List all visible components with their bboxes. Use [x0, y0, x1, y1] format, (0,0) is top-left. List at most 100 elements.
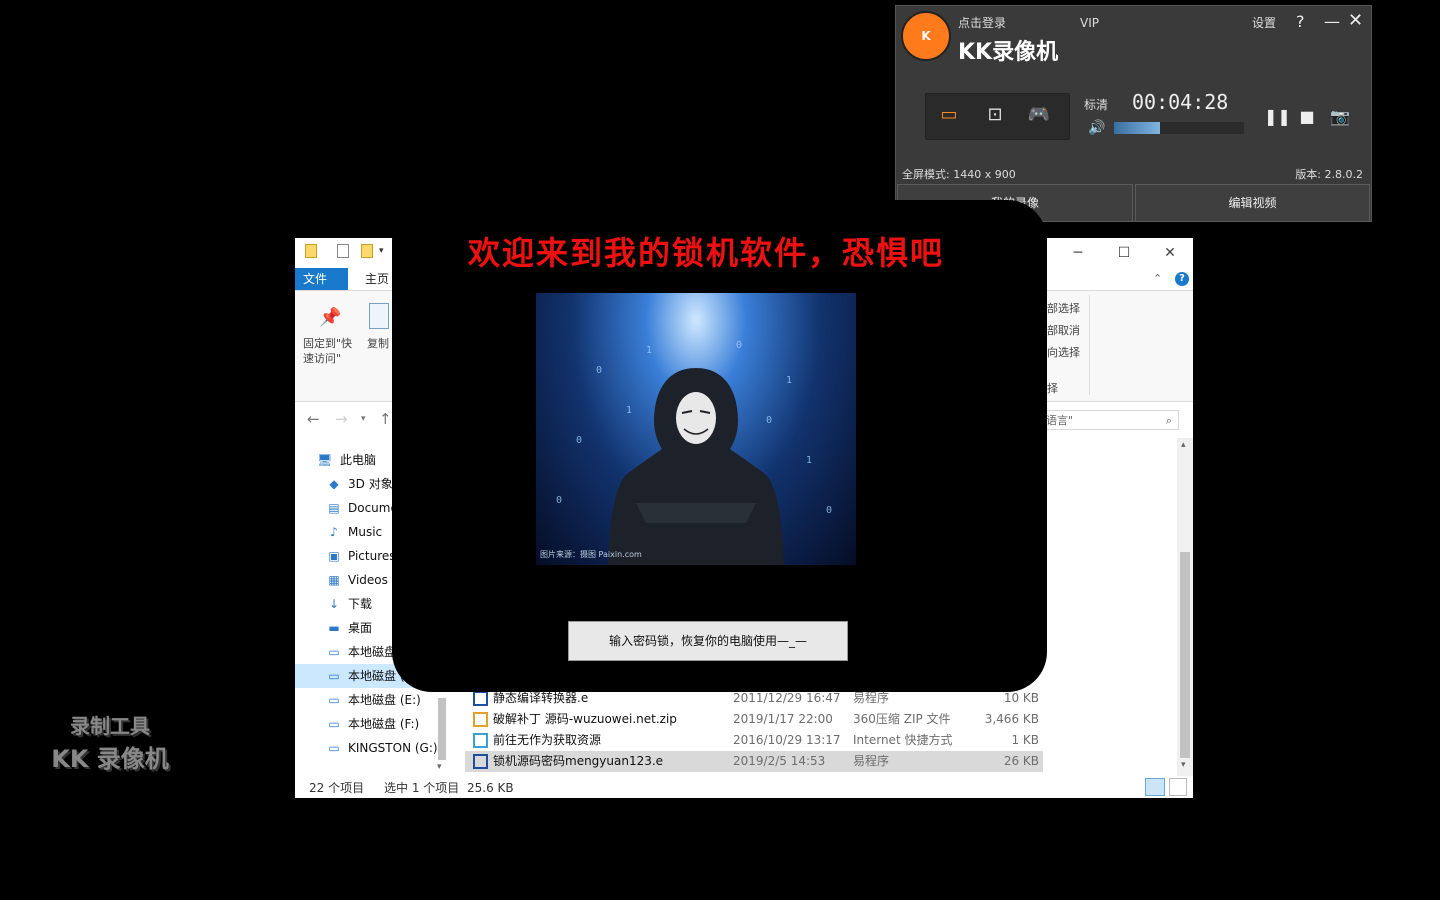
e-file-icon: [473, 691, 488, 706]
sidebar-item-label: 本地磁盘 (F:): [348, 717, 420, 731]
file-row[interactable]: 破解补丁 源码-wuzuowei.net.zip 2019/1/17 22:00 3…: [465, 709, 1043, 730]
region-mode-icon[interactable]: ⊡: [982, 104, 1008, 126]
file-size: 3,466 KB: [984, 712, 1039, 726]
select-group-label: 择: [1047, 382, 1058, 395]
pin-quick-access-label[interactable]: 固定到"快速访问": [303, 336, 359, 366]
sidebar-item-label: 本地磁盘 (E:): [348, 693, 421, 707]
back-arrow-icon[interactable]: ←: [307, 410, 320, 428]
recording-timer: 00:04:28: [1132, 90, 1229, 114]
navigation-pane-scrollbar[interactable]: ▾: [435, 698, 449, 778]
drive-icon: ▭: [328, 669, 340, 683]
cube-icon: ◆: [329, 477, 339, 491]
pause-icon[interactable]: ❚❚: [1264, 106, 1291, 128]
details-view-icon[interactable]: [1145, 778, 1165, 796]
drive-icon: ▭: [328, 693, 340, 707]
login-link[interactable]: 点击登录: [958, 14, 1006, 31]
invert-selection-label[interactable]: 向选择: [1047, 345, 1080, 360]
game-mode-icon[interactable]: 🎮: [1026, 104, 1052, 126]
video-icon: ▦: [328, 573, 340, 587]
drive-icon: ▭: [328, 717, 340, 731]
help-icon[interactable]: ?: [1175, 272, 1189, 286]
volume-meter-fill: [1114, 122, 1160, 134]
close-button[interactable]: ✕: [1147, 238, 1193, 268]
e-file-icon: [473, 754, 488, 769]
large-icons-view-icon[interactable]: [1169, 778, 1187, 796]
picture-icon: ▣: [328, 549, 340, 563]
scroll-up-icon[interactable]: ▴: [1181, 440, 1186, 450]
scroll-down-icon[interactable]: ▾: [1181, 760, 1186, 770]
svg-text:0: 0: [766, 415, 772, 426]
desktop-icon: ▬: [328, 621, 340, 635]
kk-logo-icon: K: [901, 11, 951, 61]
unlock-password-button[interactable]: 输入密码锁，恢复你的电脑使用—_—: [568, 621, 848, 661]
copy-icon[interactable]: [369, 303, 389, 329]
fullscreen-mode-icon[interactable]: ▭: [936, 104, 962, 126]
file-row[interactable]: 锁机源码密码mengyuan123.e 2019/2/5 14:53 易程序 26 K…: [465, 751, 1043, 772]
recent-locations-icon[interactable]: ▾: [361, 414, 366, 424]
search-icon[interactable]: ⌕: [1166, 411, 1172, 431]
file-name: 锁机源码密码mengyuan123.e: [493, 754, 664, 768]
help-icon[interactable]: ?: [1296, 12, 1305, 31]
download-icon: ↓: [328, 597, 340, 611]
navigation-scroll-thumb[interactable]: [438, 698, 446, 760]
svg-text:0: 0: [826, 505, 832, 516]
hacker-image: 0 1 0 1 0 1 0 0 1 0 图片来源：摄图 Paixin.com: [536, 293, 856, 565]
up-arrow-icon[interactable]: ↑: [379, 410, 392, 428]
sidebar-item-label: 3D 对象: [348, 477, 393, 491]
selected-count: 选中 1 个项目: [384, 781, 460, 795]
recorder-watermark: 录制工具 KK 录像机: [30, 710, 190, 774]
edit-video-button[interactable]: 编辑视频: [1135, 184, 1370, 222]
svg-text:1: 1: [626, 405, 632, 416]
file-size: 1 KB: [1011, 733, 1039, 747]
select-all-label[interactable]: 部选择: [1047, 301, 1080, 316]
svg-text:0: 0: [736, 340, 742, 351]
sidebar-item-label: 此电脑: [340, 453, 377, 467]
volume-icon[interactable]: 🔊: [1088, 120, 1105, 136]
image-caption: 图片来源：摄图 Paixin.com: [540, 550, 642, 559]
sidebar-item[interactable]: ▭ 本地磁盘 (F:): [295, 712, 435, 736]
shortcut-icon: [473, 733, 488, 748]
forward-arrow-icon[interactable]: →: [335, 410, 348, 428]
svg-text:1: 1: [786, 375, 792, 386]
quality-select[interactable]: 标清: [1084, 96, 1108, 113]
search-input[interactable]: 语言" ⌕: [1041, 410, 1179, 430]
scroll-down-icon[interactable]: ▾: [437, 762, 442, 772]
file-row[interactable]: 前往无作为获取资源 2016/10/29 13:17 Internet 快捷方式 1 …: [465, 730, 1043, 751]
copy-label[interactable]: 复制: [367, 336, 389, 351]
quick-access-dropdown-icon[interactable]: ▾: [379, 246, 384, 256]
select-none-label[interactable]: 部取消: [1047, 323, 1080, 338]
sidebar-item-label: Music: [348, 525, 383, 539]
computer-icon: 🖥: [317, 453, 333, 467]
hacker-figure-icon: 0 1 0 1 0 1 0 0 1 0: [556, 340, 832, 565]
kk-app-title: KK录像机: [958, 40, 1059, 65]
settings-link[interactable]: 设置: [1252, 14, 1276, 31]
folder-icon[interactable]: [305, 244, 317, 258]
music-icon: ♪: [330, 525, 338, 539]
stop-icon[interactable]: ■: [1296, 106, 1318, 128]
maximize-button[interactable]: ☐: [1101, 238, 1147, 268]
sidebar-item[interactable]: ▭ KINGSTON (G:): [295, 736, 437, 760]
volume-meter[interactable]: [1114, 122, 1244, 134]
capture-mode-label: 全屏模式: 1440 x 900: [902, 168, 1016, 181]
tab-file[interactable]: 文件: [295, 268, 348, 290]
pin-icon[interactable]: 📌: [319, 307, 341, 328]
item-count: 22 个项目: [309, 781, 365, 795]
collapse-ribbon-icon[interactable]: ⌃: [1153, 272, 1162, 285]
file-list-scroll-thumb[interactable]: [1180, 552, 1190, 758]
new-folder-icon[interactable]: [361, 244, 373, 258]
file-list-scrollbar[interactable]: ▴ ▾: [1177, 438, 1193, 776]
lock-screen-dialog: 欢迎来到我的锁机软件，恐惧吧 0 1 0 1 0 1 0 0 1 0 图片来源：摄图 Paix…: [392, 200, 1047, 692]
vip-badge[interactable]: VIP: [1080, 16, 1099, 30]
file-type: Internet 快捷方式: [853, 733, 953, 747]
file-type: 360压缩 ZIP 文件: [853, 712, 951, 726]
sidebar-item[interactable]: ▭ 本地磁盘 (E:): [295, 688, 435, 712]
file-type: 易程序: [853, 754, 890, 768]
properties-icon[interactable]: [337, 244, 349, 258]
file-date: 2016/10/29 13:17: [733, 733, 841, 747]
close-icon[interactable]: ✕: [1348, 10, 1363, 31]
camera-icon[interactable]: 📷: [1329, 106, 1351, 128]
selected-size: 25.6 KB: [467, 781, 514, 795]
file-date: 2019/1/17 22:00: [733, 712, 833, 726]
drive-icon: ▭: [328, 645, 340, 659]
minimize-icon[interactable]: —: [1324, 12, 1340, 31]
